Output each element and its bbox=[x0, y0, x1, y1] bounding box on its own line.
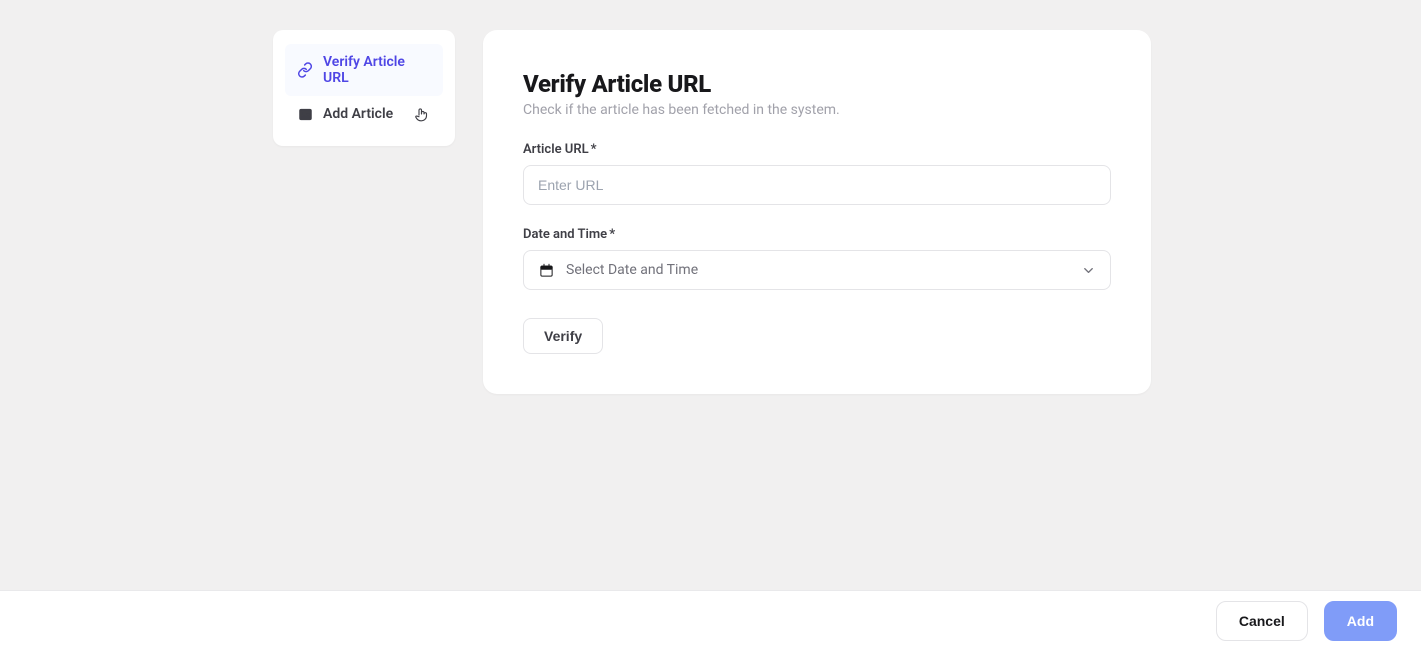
form-group-url: Article URL* bbox=[523, 142, 1111, 205]
article-url-input[interactable] bbox=[523, 165, 1111, 205]
url-label: Article URL* bbox=[523, 142, 1111, 157]
datetime-picker[interactable]: Select Date and Time bbox=[523, 250, 1111, 290]
verify-button[interactable]: Verify bbox=[523, 318, 603, 354]
cancel-button[interactable]: Cancel bbox=[1216, 601, 1308, 641]
datetime-label-text: Date and Time bbox=[523, 227, 607, 242]
page-title: Verify Article URL bbox=[523, 70, 1111, 98]
main-card: Verify Article URL Check if the article … bbox=[483, 30, 1151, 394]
url-label-text: Article URL bbox=[523, 142, 589, 157]
footer: Cancel Add bbox=[0, 590, 1421, 651]
sidebar: Verify Article URL Add Article bbox=[273, 30, 455, 146]
datetime-label: Date and Time* bbox=[523, 227, 1111, 242]
form-group-datetime: Date and Time* Select Date and Time bbox=[523, 227, 1111, 290]
pointer-cursor-icon bbox=[413, 106, 429, 122]
link-icon bbox=[297, 62, 313, 78]
page-subtitle: Check if the article has been fetched in… bbox=[523, 102, 1111, 118]
newspaper-icon bbox=[297, 106, 313, 122]
sidebar-item-label: Verify Article URL bbox=[323, 54, 431, 86]
required-indicator: * bbox=[591, 142, 597, 157]
add-button[interactable]: Add bbox=[1324, 601, 1397, 641]
required-indicator: * bbox=[609, 227, 615, 242]
sidebar-item-label: Add Article bbox=[323, 106, 393, 122]
sidebar-item-verify-url[interactable]: Verify Article URL bbox=[285, 44, 443, 96]
calendar-icon bbox=[538, 262, 554, 278]
datetime-placeholder: Select Date and Time bbox=[566, 262, 1068, 278]
sidebar-item-add-article[interactable]: Add Article bbox=[285, 96, 443, 132]
chevron-down-icon bbox=[1080, 262, 1096, 278]
